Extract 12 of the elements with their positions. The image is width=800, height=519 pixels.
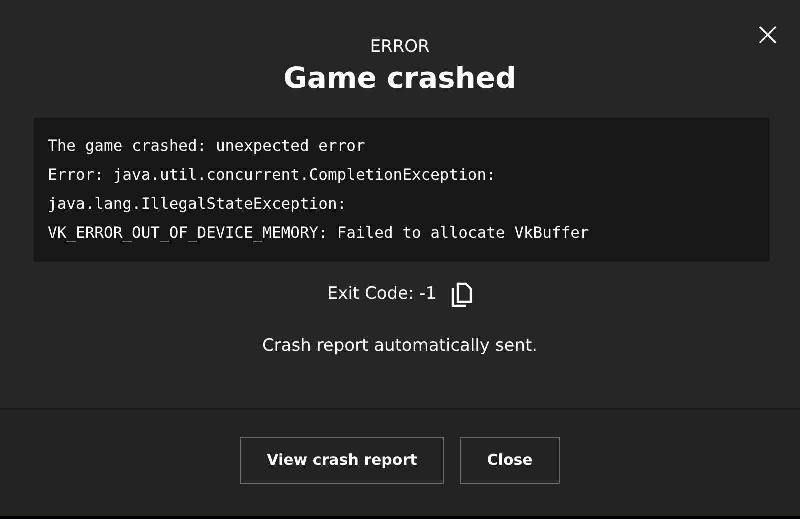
exit-code: Exit Code: -1: [327, 283, 437, 306]
status-text: Crash report automatically sent.: [262, 335, 538, 358]
dialog-title: Game crashed: [284, 60, 516, 96]
log-line: The game crashed: unexpected error: [48, 136, 366, 157]
view-report-button[interactable]: View crash report: [240, 437, 444, 484]
copy-icon[interactable]: [450, 282, 473, 308]
log-line: Error: java.util.concurrent.CompletionException:: [48, 165, 496, 186]
close-button[interactable]: Close: [460, 437, 560, 484]
dialog-subtitle: ERROR: [370, 36, 430, 58]
close-icon[interactable]: [758, 25, 778, 45]
log-line: java.lang.IllegalStateException:: [48, 194, 347, 215]
log-line: VK_ERROR_OUT_OF_DEVICE_MEMORY: Failed to allocate VkBuffer: [48, 223, 590, 244]
